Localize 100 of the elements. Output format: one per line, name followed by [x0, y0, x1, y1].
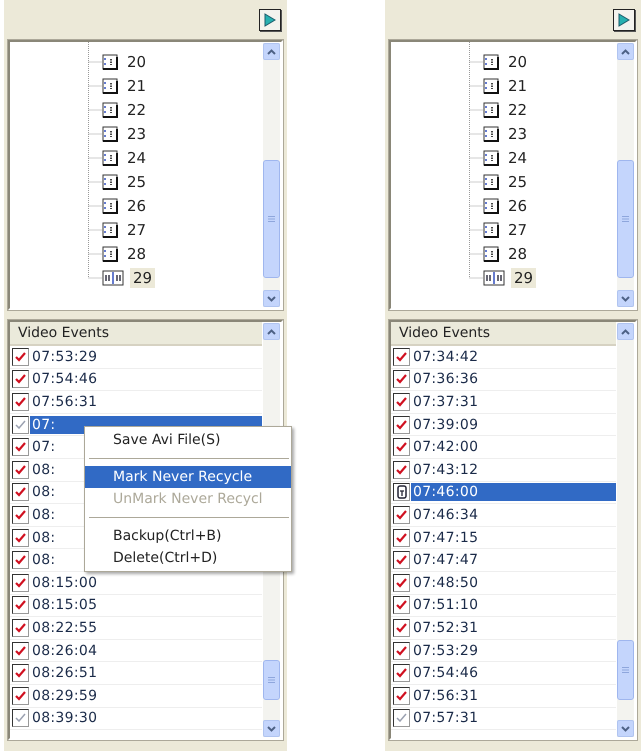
- event-time[interactable]: 07:51:10: [411, 596, 616, 614]
- event-time[interactable]: 07:43:12: [411, 460, 616, 479]
- checkbox[interactable]: [393, 506, 410, 524]
- checkbox[interactable]: [393, 348, 410, 366]
- checkbox[interactable]: [393, 483, 410, 502]
- event-time[interactable]: 07:36:36: [411, 370, 616, 388]
- tree-item[interactable]: 24: [505, 148, 530, 168]
- event-time[interactable]: 07:53:29: [411, 642, 616, 660]
- checkbox[interactable]: [393, 551, 410, 570]
- tree-item[interactable]: 24: [124, 148, 150, 168]
- checkbox[interactable]: [12, 392, 29, 411]
- checkbox[interactable]: [12, 528, 29, 547]
- tree-item[interactable]: 23: [124, 124, 150, 144]
- event-time[interactable]: 07:47:47: [411, 551, 616, 570]
- tree-item[interactable]: 21: [124, 76, 150, 96]
- event-time[interactable]: 07:39:09: [411, 416, 616, 434]
- checkbox[interactable]: [393, 642, 410, 660]
- checkbox[interactable]: [393, 686, 410, 705]
- checkbox[interactable]: [12, 551, 29, 570]
- scroll-thumb[interactable]: [617, 160, 634, 278]
- scroll-down-button[interactable]: [617, 290, 634, 307]
- tree-item[interactable]: 26: [505, 196, 530, 216]
- tree-item[interactable]: 21: [505, 76, 530, 96]
- scroll-thumb[interactable]: [263, 160, 280, 278]
- scroll-up-button[interactable]: [263, 43, 280, 60]
- scroll-thumb[interactable]: [263, 660, 280, 700]
- checkbox[interactable]: [393, 528, 410, 547]
- event-time[interactable]: 07:54:46: [411, 664, 616, 682]
- checkbox[interactable]: [393, 574, 410, 592]
- scroll-up-button[interactable]: [263, 323, 280, 340]
- checkbox[interactable]: [12, 506, 29, 524]
- checkbox[interactable]: [393, 416, 410, 434]
- event-time[interactable]: 07:47:15: [411, 528, 616, 547]
- event-time[interactable]: 08:26:51: [30, 664, 262, 682]
- scrollbar[interactable]: [617, 43, 634, 307]
- scroll-down-button[interactable]: [263, 290, 280, 307]
- event-time[interactable]: 07:57:31: [411, 709, 616, 728]
- event-time[interactable]: 07:37:31: [411, 392, 616, 411]
- event-time[interactable]: 07:48:50: [411, 574, 616, 592]
- tree-item[interactable]: 23: [505, 124, 530, 144]
- event-time[interactable]: 08:39:30: [30, 709, 262, 728]
- tree-item[interactable]: 20: [505, 52, 530, 72]
- checkbox[interactable]: [393, 709, 410, 728]
- tree-item[interactable]: 25: [124, 172, 150, 192]
- tree-item[interactable]: 22: [505, 100, 530, 120]
- event-time[interactable]: 07:46:34: [411, 506, 616, 524]
- checkbox[interactable]: [12, 348, 29, 366]
- tree-item[interactable]: 28: [124, 244, 150, 264]
- checkbox[interactable]: [12, 416, 29, 434]
- menu-item[interactable]: Backup(Ctrl+B): [85, 525, 291, 547]
- scroll-down-button[interactable]: [263, 720, 280, 737]
- tree-item[interactable]: 27: [124, 220, 150, 240]
- event-time[interactable]: 07:56:31: [30, 392, 262, 411]
- play-button[interactable]: [613, 9, 635, 31]
- menu-item[interactable]: Mark Never Recycle: [85, 466, 291, 488]
- checkbox[interactable]: [12, 460, 29, 479]
- event-time[interactable]: 07:42:00: [411, 438, 616, 456]
- tree-item[interactable]: 27: [505, 220, 530, 240]
- column-header[interactable]: Video Events: [391, 322, 616, 346]
- tree-item[interactable]: 29: [511, 268, 536, 288]
- play-button[interactable]: [259, 9, 281, 31]
- scroll-down-button[interactable]: [617, 720, 634, 737]
- event-time[interactable]: 07:54:46: [30, 370, 262, 388]
- checkbox[interactable]: [393, 370, 410, 388]
- tree-item[interactable]: 20: [124, 52, 150, 72]
- scroll-thumb[interactable]: [617, 640, 634, 700]
- event-time[interactable]: 07:56:31: [411, 686, 616, 705]
- scrollbar[interactable]: [263, 43, 280, 307]
- checkbox[interactable]: [393, 392, 410, 411]
- checkbox[interactable]: [393, 618, 410, 637]
- checkbox[interactable]: [12, 574, 29, 592]
- checkbox[interactable]: [12, 686, 29, 705]
- scrollbar[interactable]: [617, 323, 634, 737]
- event-time[interactable]: 08:29:59: [30, 686, 262, 705]
- checkbox[interactable]: [12, 483, 29, 502]
- scroll-up-button[interactable]: [617, 43, 634, 60]
- event-time[interactable]: 08:15:00: [30, 574, 262, 592]
- checkbox[interactable]: [12, 664, 29, 682]
- checkbox[interactable]: [393, 596, 410, 614]
- tree-item[interactable]: 22: [124, 100, 150, 120]
- checkbox[interactable]: [12, 596, 29, 614]
- tree-item[interactable]: 28: [505, 244, 530, 264]
- checkbox[interactable]: [12, 370, 29, 388]
- column-header[interactable]: Video Events: [10, 322, 262, 346]
- scroll-up-button[interactable]: [617, 323, 634, 340]
- checkbox[interactable]: [12, 438, 29, 456]
- checkbox[interactable]: [393, 460, 410, 479]
- event-time[interactable]: 08:22:55: [30, 618, 262, 637]
- event-time[interactable]: 07:52:31: [411, 618, 616, 637]
- checkbox[interactable]: [393, 438, 410, 456]
- checkbox[interactable]: [12, 642, 29, 660]
- checkbox[interactable]: [12, 618, 29, 637]
- event-time[interactable]: 07:34:42: [411, 348, 616, 366]
- event-time[interactable]: 07:53:29: [30, 348, 262, 366]
- event-time[interactable]: 07:46:00: [411, 483, 616, 502]
- checkbox[interactable]: [12, 709, 29, 728]
- event-time[interactable]: 08:15:05: [30, 596, 262, 614]
- tree-item[interactable]: 25: [505, 172, 530, 192]
- menu-item[interactable]: Delete(Ctrl+D): [85, 547, 291, 569]
- event-time[interactable]: 08:26:04: [30, 642, 262, 660]
